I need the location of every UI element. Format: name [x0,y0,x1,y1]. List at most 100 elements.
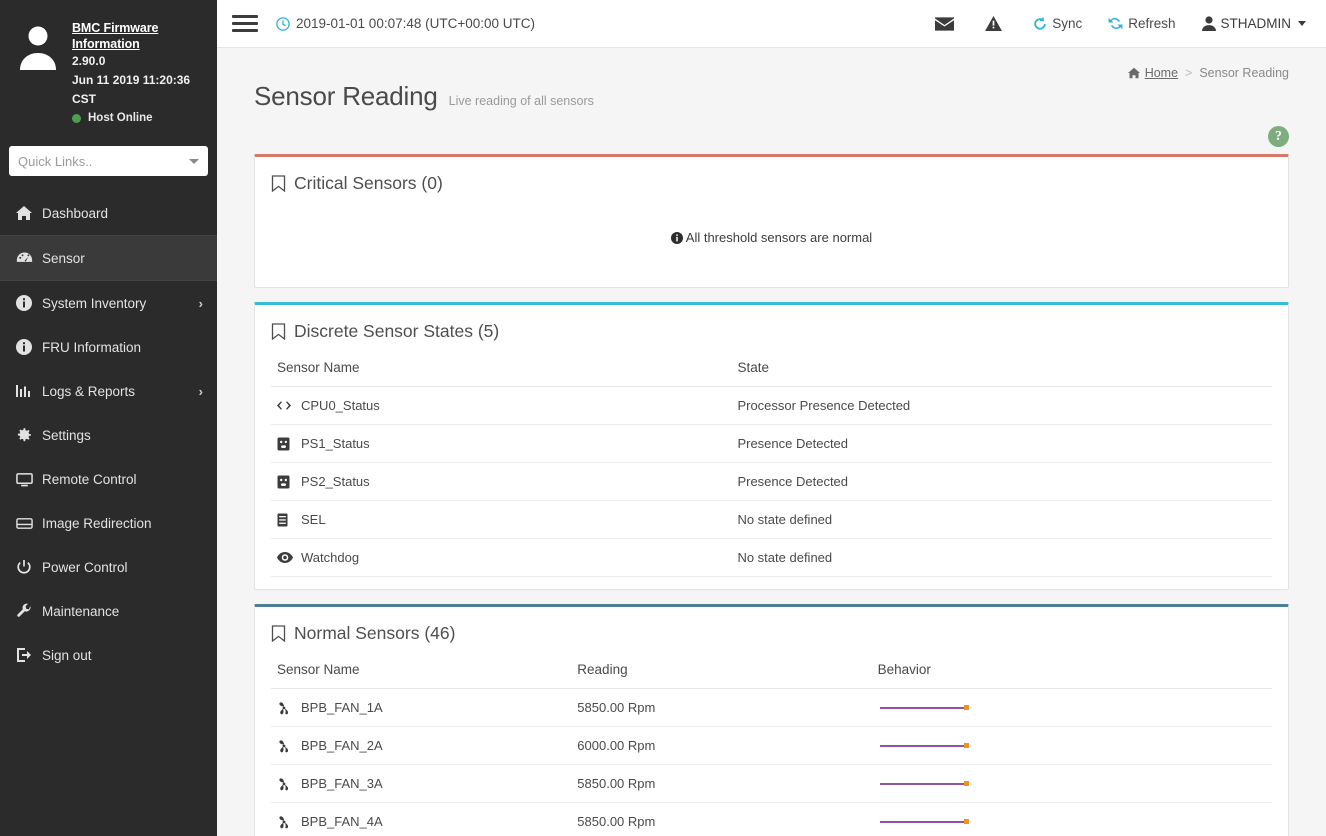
clock-icon [276,16,290,31]
content-area: Home > Sensor Reading Sensor Reading Liv… [217,48,1326,836]
bar-chart-icon [16,383,42,399]
table-row[interactable]: BPB_FAN_4A 5850.00 Rpm [271,802,1272,836]
table-row[interactable]: BPB_FAN_2A 6000.00 Rpm [271,726,1272,765]
sidebar-item-maintenance[interactable]: Maintenance [0,589,217,633]
page-subtitle: Live reading of all sensors [448,94,594,108]
sidebar-item-label: Settings [42,427,91,443]
disc-icon [16,515,42,532]
table-row[interactable]: PS2_Status Presence Detected [271,462,1272,501]
normal-table-body: BPB_FAN_1A 5850.00 Rpm BPB_FAN_2A 6000.0… [271,688,1272,836]
help-icon[interactable]: ? [1268,126,1289,147]
breadcrumb-current: Sensor Reading [1199,66,1289,80]
sidebar-item-settings[interactable]: Settings [0,413,217,457]
discrete-table-head: Sensor Name State [271,350,1272,387]
column-header-reading: Reading [571,652,872,689]
firmware-info-link[interactable]: BMC Firmware Information [72,20,203,52]
cell-behavior [871,802,1272,836]
chevron-down-icon [1298,21,1306,26]
cell-sensor-name: BPB_FAN_4A [271,802,572,836]
chevron-down-icon [189,158,199,164]
sidebar-item-sign-out[interactable]: Sign out [0,633,217,677]
sidebar-item-system-inventory[interactable]: System Inventory › [0,281,217,325]
sidebar-item-dashboard[interactable]: Dashboard [0,191,217,235]
power-icon [16,559,42,575]
cell-sensor-name: PS2_Status [271,462,732,501]
wrench-icon [16,603,42,619]
mail-button[interactable] [935,16,959,31]
table-row[interactable]: BPB_FAN_1A 5850.00 Rpm [271,688,1272,727]
current-datetime: 2019-01-01 00:07:48 (UTC+00:00 UTC) [276,16,535,31]
info-circle-icon [670,232,683,244]
critical-sensors-panel: Critical Sensors (0) All threshold senso… [254,154,1289,288]
cell-sensor-name: BPB_FAN_1A [271,688,572,727]
firmware-build-date: Jun 11 2019 11:20:36 CST [72,73,191,106]
sidebar-item-label: Sensor [42,250,85,266]
table-row[interactable]: Watchdog No state defined [271,538,1272,577]
cell-sensor-name: CPU0_Status [271,386,732,425]
user-label: STHADMIN [1220,16,1292,31]
monitor-icon [16,471,42,488]
cell-sensor-name: BPB_FAN_3A [271,764,572,803]
sensor-name-label: BPB_FAN_3A [301,776,383,791]
discrete-panel-body: Sensor Name State CPU0_Status Processor … [255,350,1288,589]
sensor-name-label: BPB_FAN_4A [301,814,383,829]
critical-empty-message: All threshold sensors are normal [271,202,1272,275]
sidebar-item-label: Sign out [42,647,92,663]
refresh-button[interactable]: Refresh [1108,16,1176,31]
envelope-icon [935,16,955,31]
sidebar-item-fru-information[interactable]: FRU Information [0,325,217,369]
breadcrumb-separator: > [1185,66,1193,80]
sidebar-item-remote-control[interactable]: Remote Control [0,457,217,501]
sign-out-icon [16,647,42,663]
fan-icon [277,815,301,829]
main-area: 2019-01-01 00:07:48 (UTC+00:00 UTC) Sync… [217,0,1326,836]
alert-button[interactable] [985,16,1007,31]
menu-toggle-icon[interactable] [232,11,258,36]
sync-label: Sync [1052,16,1083,31]
refresh-icon [1108,16,1123,31]
quick-links-select[interactable]: Quick Links.. [9,146,208,176]
cell-behavior [871,764,1272,803]
sidebar-item-label: System Inventory [42,295,147,311]
quick-links-placeholder: Quick Links.. [18,153,93,169]
sidebar-item-image-redirection[interactable]: Image Redirection [0,501,217,545]
topbar: 2019-01-01 00:07:48 (UTC+00:00 UTC) Sync… [217,0,1326,48]
table-row[interactable]: SEL No state defined [271,500,1272,539]
sidebar-item-power-control[interactable]: Power Control [0,545,217,589]
table-header-row: Sensor Name State [271,350,1272,387]
column-header-behavior: Behavior [871,652,1272,689]
warning-triangle-icon [985,16,1003,31]
sidebar-item-label: Maintenance [42,603,120,619]
bookmark-icon [271,323,286,340]
sidebar-item-logs-reports[interactable]: Logs & Reports › [0,369,217,413]
log-book-icon [277,513,301,527]
sync-button[interactable]: Sync [1033,16,1082,31]
breadcrumb: Home > Sensor Reading [1127,66,1289,80]
fan-icon [277,777,301,791]
column-header-sensor-name: Sensor Name [271,652,572,689]
normal-panel-title-wrap: Normal Sensors (46) [271,623,455,644]
cell-sensor-name: SEL [271,500,732,539]
table-row[interactable]: BPB_FAN_3A 5850.00 Rpm [271,764,1272,803]
sidebar-item-label: Logs & Reports [42,383,136,399]
sidebar-nav: Dashboard Sensor System Inventory › FRU … [0,191,217,677]
info-circle-icon [16,339,42,355]
table-row[interactable]: CPU0_Status Processor Presence Detected [271,386,1272,425]
sidebar-item-sensor[interactable]: Sensor [0,235,217,281]
cell-behavior [871,688,1272,727]
eye-icon [277,552,301,563]
discrete-sensors-panel: Discrete Sensor States (5) Sensor Name S… [254,302,1289,590]
info-circle-icon [16,295,42,311]
cell-state: Presence Detected [731,424,1272,463]
page-root: BMC Firmware Information 2.90.0 Jun 11 2… [0,0,1326,836]
breadcrumb-home-link[interactable]: Home [1145,66,1178,80]
user-menu[interactable]: STHADMIN [1201,16,1306,31]
cell-behavior [871,726,1272,765]
status-dot-icon [72,113,81,123]
normal-panel-body: Sensor Name Reading Behavior BPB_FAN_1A … [255,652,1288,836]
cell-sensor-name: Watchdog [271,538,732,577]
normal-sensor-table: Sensor Name Reading Behavior BPB_FAN_1A … [271,652,1272,836]
table-row[interactable]: PS1_Status Presence Detected [271,424,1272,463]
critical-panel-body: All threshold sensors are normal [255,202,1288,287]
sensor-name-label: PS2_Status [301,474,370,489]
